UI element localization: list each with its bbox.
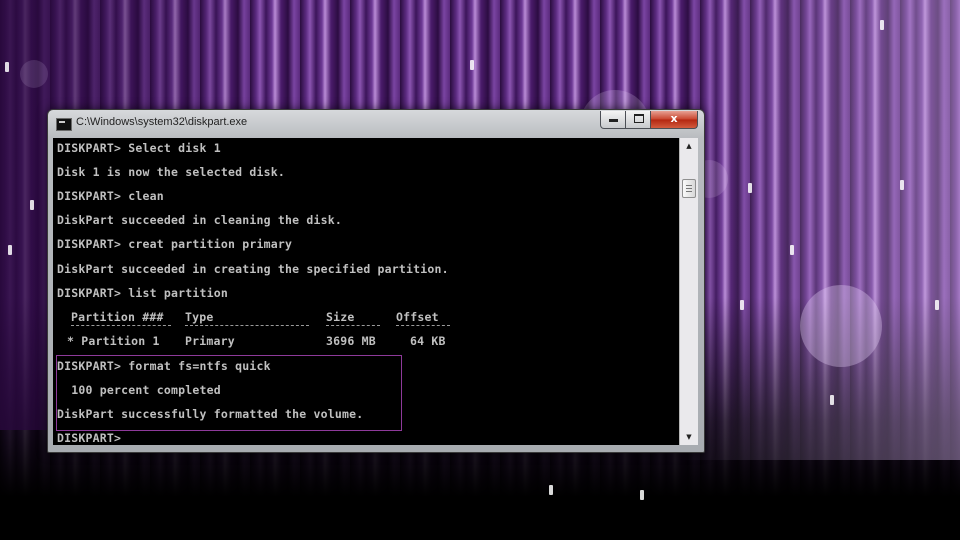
wallpaper-speck xyxy=(830,395,834,405)
table-header-offset: Offset xyxy=(396,310,439,324)
console-line: DiskPart succeeded in creating the speci… xyxy=(57,262,449,276)
console-line: DISKPART> Select disk 1 xyxy=(57,141,221,155)
wallpaper-speck xyxy=(470,60,474,70)
wallpaper-speck xyxy=(900,180,904,190)
wallpaper-bokeh xyxy=(20,60,48,88)
table-cell-offset: 64 KB xyxy=(410,334,446,348)
minimize-button[interactable] xyxy=(600,111,627,129)
scroll-thumb[interactable] xyxy=(682,179,696,198)
table-header-partition: Partition ### xyxy=(71,310,164,324)
wallpaper-speck xyxy=(790,245,794,255)
console-line: DISKPART> clean xyxy=(57,189,164,203)
console-line: 100 percent completed xyxy=(57,383,221,397)
wallpaper-speck xyxy=(5,62,9,72)
close-button[interactable]: x xyxy=(650,111,698,129)
wallpaper-speck xyxy=(880,20,884,30)
console-line: Disk 1 is now the selected disk. xyxy=(57,165,285,179)
table-header-size: Size xyxy=(326,310,355,324)
wallpaper-speck xyxy=(30,200,34,210)
table-header-type: Type xyxy=(185,310,214,324)
wallpaper-speck xyxy=(549,485,553,495)
close-icon: x xyxy=(670,112,678,125)
table-cell-type: Primary xyxy=(185,334,235,348)
table-header-rule xyxy=(185,325,309,326)
wallpaper-speck xyxy=(935,300,939,310)
wallpaper-speck xyxy=(640,490,644,500)
wallpaper-speck xyxy=(748,183,752,193)
minimize-icon xyxy=(609,119,618,122)
window-title: C:\Windows\system32\diskpart.exe xyxy=(76,116,248,128)
scroll-up-arrow-icon[interactable]: ▲ xyxy=(680,138,698,154)
console-line: DISKPART> creat partition primary xyxy=(57,237,293,251)
vertical-scrollbar[interactable]: ▲ ▼ xyxy=(679,138,698,445)
wallpaper-bokeh xyxy=(800,285,882,367)
table-header-rule xyxy=(326,325,380,326)
console-line: DiskPart successfully formatted the volu… xyxy=(57,407,364,421)
console-output[interactable]: DISKPART> Select disk 1 Disk 1 is now th… xyxy=(53,138,679,445)
table-cell-size: 3696 MB xyxy=(326,334,376,348)
console-app-icon[interactable] xyxy=(56,118,72,131)
wallpaper-speck xyxy=(8,245,12,255)
console-prompt[interactable]: DISKPART> xyxy=(57,431,121,445)
maximize-icon xyxy=(633,114,644,123)
title-bar[interactable]: C:\Windows\system32\diskpart.exe x xyxy=(48,110,704,137)
wallpaper-speck xyxy=(740,300,744,310)
console-window[interactable]: C:\Windows\system32\diskpart.exe x DISKP… xyxy=(47,109,705,453)
table-header-rule xyxy=(71,325,171,326)
table-header-rule xyxy=(396,325,450,326)
console-line: DiskPart succeeded in cleaning the disk. xyxy=(57,213,342,227)
console-line: DISKPART> list partition xyxy=(57,286,228,300)
table-cell-partition: * Partition 1 xyxy=(67,334,160,348)
scroll-down-arrow-icon[interactable]: ▼ xyxy=(680,429,698,445)
console-line: DISKPART> format fs=ntfs quick xyxy=(57,359,271,373)
maximize-button[interactable] xyxy=(625,111,652,129)
wallpaper-glow-right xyxy=(680,0,960,460)
